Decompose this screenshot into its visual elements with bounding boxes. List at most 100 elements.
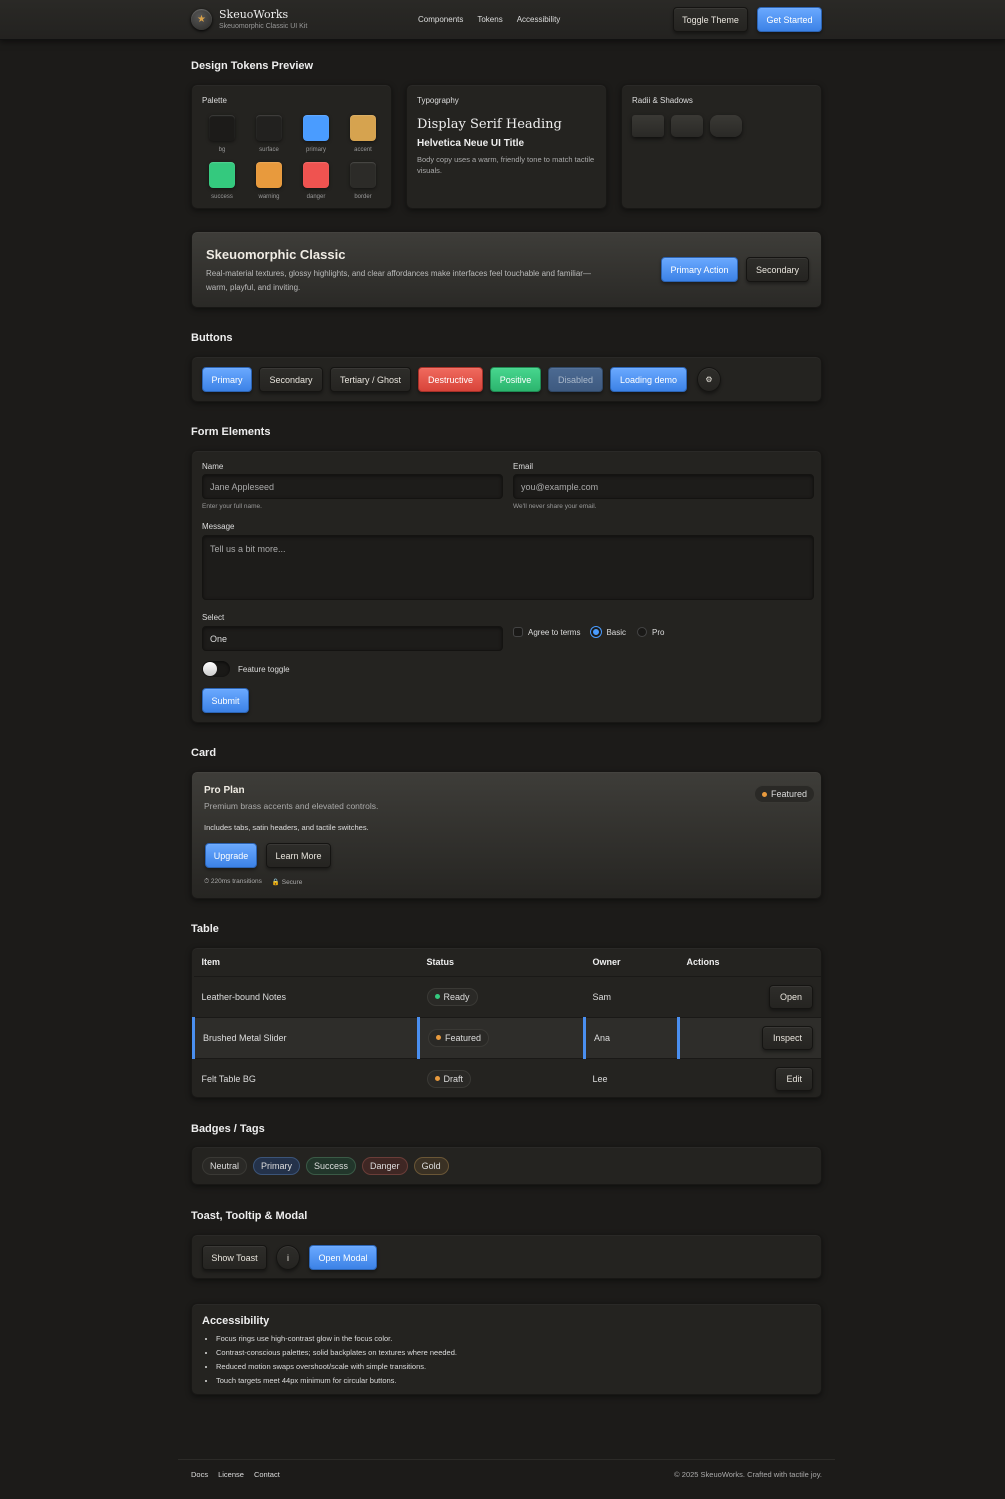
destructive-button[interactable]: Destructive [418, 367, 483, 392]
agree-checkbox[interactable] [513, 627, 523, 637]
radius-sample-large [710, 115, 742, 137]
hero-banner: Skeuomorphic Classic Real-material textu… [191, 231, 822, 308]
badge-danger: Danger [362, 1157, 408, 1175]
list-item: Contrast-conscious palettes; solid backp… [216, 1348, 457, 1357]
body-copy-sample: Body copy uses a warm, friendly tone to … [417, 155, 595, 175]
name-field[interactable]: Jane Appleseed [202, 474, 503, 499]
brand[interactable]: ★ SkeuoWorks Skeuomorphic Classic UI Kit [191, 8, 307, 30]
open-modal-button[interactable]: Open Modal [309, 1245, 377, 1270]
swatch-danger: danger [301, 162, 331, 200]
brand-subtitle: Skeuomorphic Classic UI Kit [219, 23, 308, 30]
cell-item: Felt Table BG [193, 1058, 419, 1097]
typography-panel: Typography Display Serif Heading Helveti… [406, 84, 607, 209]
gear-icon: ⚙ [705, 375, 713, 384]
status-label: Draft [443, 1073, 464, 1084]
accessibility-panel: Accessibility Focus rings use high-contr… [191, 1303, 822, 1395]
name-help: Enter your full name. [202, 503, 262, 510]
cell-actions: Open [678, 976, 821, 1018]
status-dot [434, 1076, 440, 1081]
status-label: Featured [445, 1032, 482, 1043]
pro-plan-card: Pro Plan Premium brass accents and eleva… [191, 771, 822, 899]
badge-primary: Primary [253, 1157, 301, 1175]
cell-owner: Lee [584, 1058, 679, 1097]
radio-pro[interactable] [637, 627, 648, 637]
upgrade-button[interactable]: Upgrade [205, 843, 257, 868]
buttons-panel: Primary Secondary Tertiary / Ghost Destr… [191, 356, 822, 402]
col-item: Item [193, 948, 419, 977]
info-tooltip-button[interactable]: i [276, 1245, 300, 1270]
swatch-primary: primary [301, 115, 331, 153]
transition-meta: ⏱ 220ms transitions [204, 878, 262, 885]
message-textarea[interactable]: Tell us a bit more... [202, 535, 814, 600]
palette-title: Palette [202, 96, 227, 105]
status-label: Ready [443, 991, 470, 1002]
edit-button[interactable]: Edit [775, 1066, 813, 1091]
palette-grid: bg surface primary accent success warning dang… [207, 115, 378, 200]
table-row-selected[interactable]: Brushed Metal Slider Featured Ana Inspec… [192, 1017, 821, 1059]
open-button[interactable]: Open [768, 984, 813, 1009]
cell-status: Draft [418, 1058, 585, 1097]
radius-sample-medium [671, 115, 703, 137]
gear-icon-button[interactable]: ⚙ [697, 367, 721, 392]
plan-subtitle: Premium brass accents and elevated contr… [204, 801, 379, 811]
data-table: Item Status Owner Actions Leather-bound … [192, 948, 821, 1097]
swatch-label: warning [258, 194, 280, 200]
submit-button[interactable]: Submit [202, 688, 249, 713]
toast-title: Toast, Tooltip & Modal [191, 1210, 308, 1222]
hero-text: Real-material textures, glossy highlight… [206, 269, 591, 292]
email-label: Email [513, 462, 534, 471]
status-dot [436, 1035, 441, 1040]
footer-copyright: © 2025 SkeuoWorks. Crafted with tactile … [674, 1470, 822, 1479]
badge-neutral: Neutral [202, 1157, 248, 1175]
select-dropdown[interactable]: One [202, 626, 503, 651]
radio-basic[interactable] [591, 627, 602, 637]
hero-primary-button[interactable]: Primary Action [661, 257, 738, 282]
learn-more-button[interactable]: Learn More [266, 843, 331, 868]
positive-button[interactable]: Positive [490, 367, 541, 392]
toggle-theme-button[interactable]: Toggle Theme [673, 7, 748, 32]
secondary-button[interactable]: Secondary [259, 367, 323, 392]
palette-panel: Palette bg surface primary accent success war… [191, 84, 392, 209]
info-icon: i [287, 1252, 289, 1263]
feature-toggle[interactable] [202, 661, 230, 677]
toast-panel: Show Toast i Open Modal [191, 1234, 822, 1279]
nav-accessibility[interactable]: Accessibility [517, 15, 561, 24]
primary-button[interactable]: Primary [202, 367, 252, 392]
top-header: ★ SkeuoWorks Skeuomorphic Classic UI Kit… [0, 0, 1005, 40]
list-item: Touch targets meet 44px minimum for circ… [216, 1376, 457, 1385]
swatch-color [209, 162, 235, 188]
nav-components[interactable]: Components [418, 15, 463, 24]
table-row[interactable]: Leather-bound Notes Ready Sam Open [193, 976, 821, 1018]
display-serif-sample: Display Serif Heading [417, 117, 562, 132]
toggle-knob [203, 662, 217, 676]
footer-link-license[interactable]: License [218, 1470, 244, 1479]
tokens-title: Design Tokens Preview [191, 60, 314, 72]
swatch-success: success [207, 162, 237, 200]
footer-link-docs[interactable]: Docs [191, 1470, 208, 1479]
star-icon: ★ [191, 8, 212, 30]
form-panel: Name Jane Appleseed Enter your full name… [191, 450, 822, 723]
get-started-button[interactable]: Get Started [757, 7, 822, 32]
loading-demo-button[interactable]: Loading demo [610, 367, 687, 392]
disabled-button: Disabled [548, 367, 603, 392]
show-toast-button[interactable]: Show Toast [202, 1245, 267, 1270]
radii-title: Radii & Shadows [632, 96, 693, 105]
cell-owner: Ana [583, 1017, 679, 1059]
badges-title: Badges / Tags [191, 1123, 265, 1135]
accessibility-list: Focus rings use high-contrast glow in th… [202, 1334, 457, 1390]
footer-link-contact[interactable]: Contact [254, 1470, 280, 1479]
tertiary-ghost-button[interactable]: Tertiary / Ghost [330, 367, 411, 392]
badges-panel: Neutral Primary Success Danger Gold [191, 1146, 822, 1185]
hero-secondary-button[interactable]: Secondary [746, 257, 809, 282]
cell-item: Leather-bound Notes [193, 976, 419, 1018]
cell-owner: Sam [584, 976, 679, 1018]
inspect-button[interactable]: Inspect [761, 1025, 813, 1050]
swatch-color [209, 115, 235, 141]
featured-badge: Featured [754, 785, 816, 803]
col-actions: Actions [678, 948, 821, 977]
form-title: Form Elements [191, 426, 271, 438]
swatch-bg: bg [207, 115, 237, 153]
nav-tokens[interactable]: Tokens [477, 15, 502, 24]
email-field[interactable]: you@example.com [513, 474, 814, 499]
table-row[interactable]: Felt Table BG Draft Lee Edit [193, 1058, 821, 1097]
